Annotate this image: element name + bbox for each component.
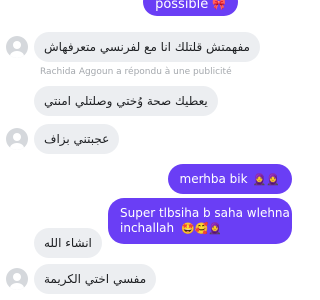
incoming-message-bubble[interactable]: انشاء الله — [34, 228, 102, 258]
avatar-placeholder-icon — [10, 273, 24, 290]
contact-avatar[interactable] — [6, 268, 28, 290]
incoming-message-bubble[interactable]: عجبتني بزاف — [34, 124, 120, 154]
ad-reply-notice: Rachida Aggoun a répondu à une publicité — [40, 67, 232, 77]
contact-avatar[interactable] — [6, 128, 28, 150]
outgoing-message-bubble[interactable]: Super tlbsiha b saha wlehna inchallah 🤩🥰… — [108, 198, 292, 244]
contact-avatar[interactable] — [6, 36, 28, 58]
message-text-line: Super tlbsiha b saha wlehna — [120, 206, 290, 220]
message-text: مفسي اختي الكريمة — [44, 272, 147, 286]
avatar-placeholder-icon — [10, 41, 24, 58]
incoming-message-bubble[interactable]: مفهمتش قلتلك انا مع لفرنسي متعرفهاش — [34, 32, 260, 62]
message-text: انشاء الله — [44, 236, 92, 250]
message-text: merhba bik — [179, 171, 248, 186]
outgoing-message-bubble[interactable]: possible 🎀 — [143, 0, 238, 16]
message-emoji: 🧕🧕 — [252, 172, 280, 186]
message-emoji: 🤩🥰🧕 — [180, 222, 223, 235]
message-text: يعطيك صحة وُختي وصلتلي امنتي — [44, 94, 208, 108]
chat-thread: possible 🎀 مفهمتش قلتلك انا مع لفرنسي مت… — [0, 0, 300, 300]
incoming-message-bubble[interactable]: يعطيك صحة وُختي وصلتلي امنتي — [34, 86, 218, 116]
message-text: inchallah — [120, 221, 175, 235]
avatar-placeholder-icon — [10, 133, 24, 150]
message-text: possible — [155, 0, 209, 12]
message-text-line-2: inchallah 🤩🥰🧕 — [120, 221, 280, 236]
incoming-message-bubble[interactable]: مفسي اختي الكريمة — [34, 264, 157, 294]
message-text: مفهمتش قلتلك انا مع لفرنسي متعرفهاش — [44, 40, 250, 54]
bow-emoji: 🎀 — [212, 0, 226, 11]
outgoing-message-bubble[interactable]: merhba bik 🧕🧕 — [167, 164, 292, 194]
message-text: عجبتني بزاف — [44, 132, 110, 146]
